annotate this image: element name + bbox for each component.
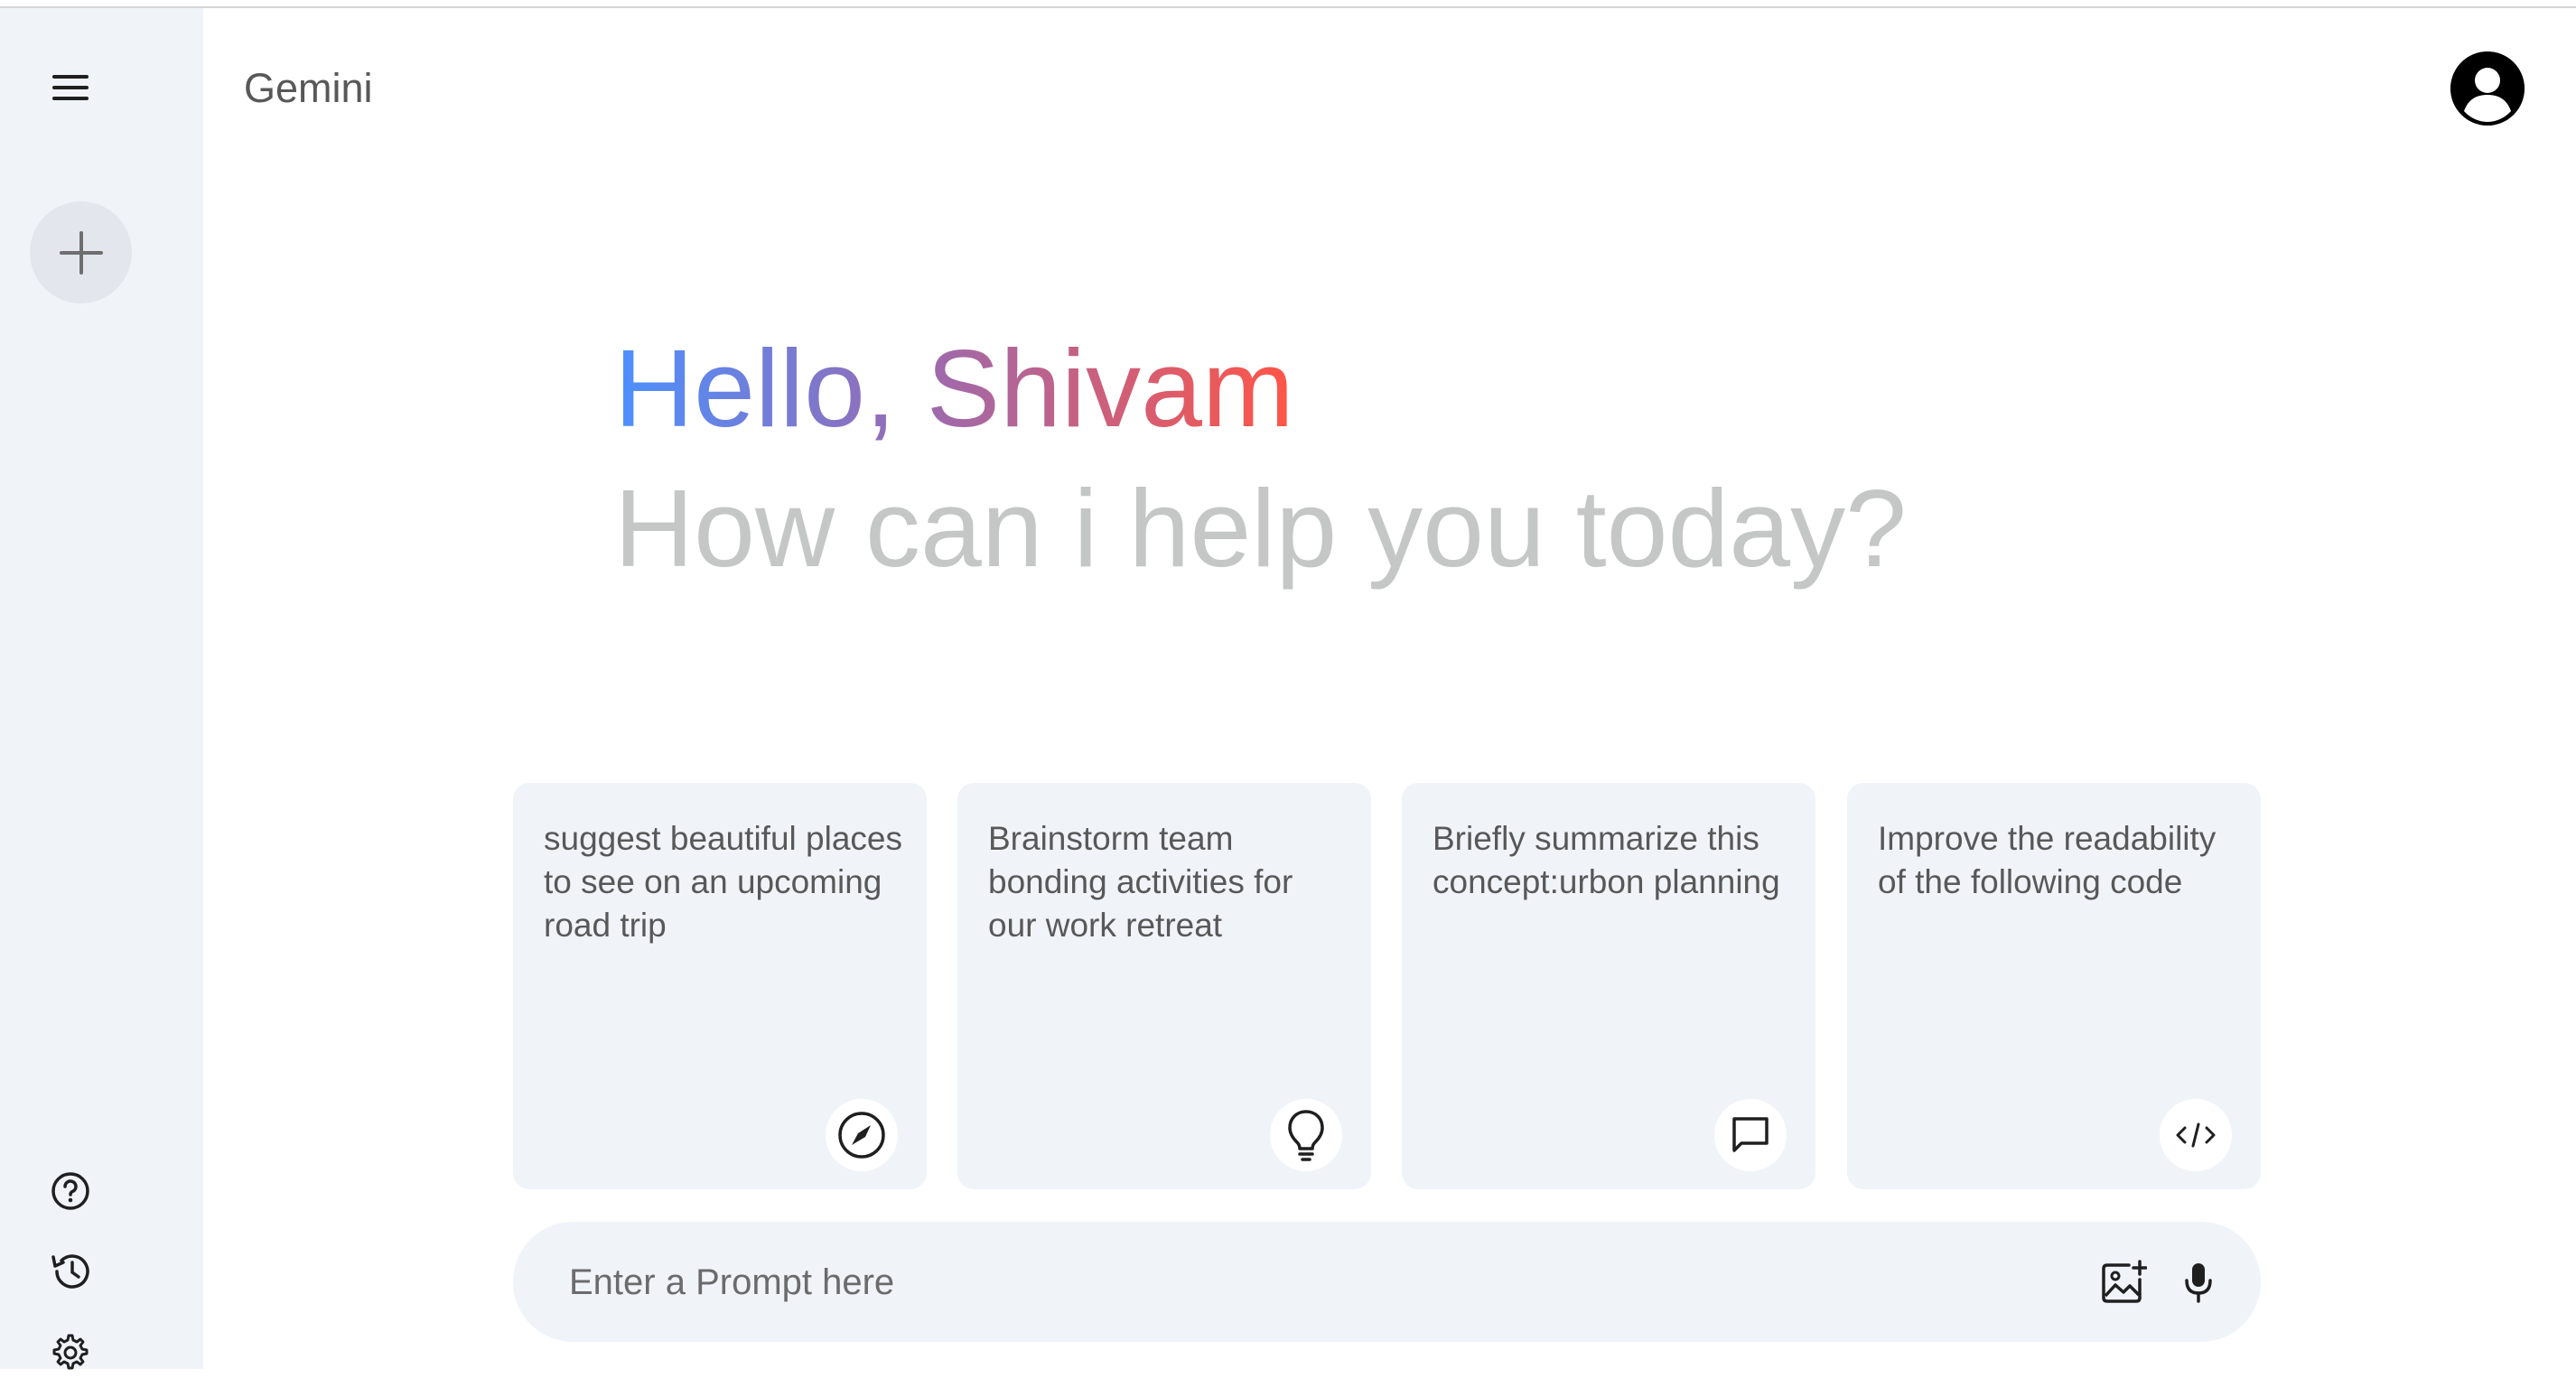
settings-button[interactable] (45, 1327, 96, 1378)
greeting-subtitle: How can i help you today? (614, 467, 1907, 590)
help-button[interactable] (45, 1166, 96, 1216)
greeting-hello: Hello, Shivam (614, 327, 1294, 450)
avatar[interactable] (2450, 51, 2525, 126)
card-icon-wrapper (2160, 1099, 2232, 1171)
card-text: Brainstorm team bonding activities for o… (988, 820, 1293, 944)
app-title: Gemini (244, 65, 373, 111)
bulb-icon (1288, 1110, 1324, 1161)
card-icon-wrapper (1270, 1099, 1342, 1171)
help-icon (51, 1172, 89, 1210)
user-icon (2450, 51, 2525, 126)
upload-image-button[interactable] (2094, 1252, 2153, 1312)
suggestion-card[interactable]: suggest beautiful places to see on an up… (513, 783, 927, 1189)
menu-icon (52, 75, 89, 100)
card-text: suggest beautiful places to see on an up… (544, 820, 902, 944)
card-icon-wrapper (1714, 1099, 1787, 1171)
history-icon (51, 1254, 89, 1289)
mic-icon (2185, 1263, 2212, 1303)
gear-icon (52, 1334, 89, 1370)
greeting: Hello, Shivam How can i help you today? (614, 325, 1907, 596)
new-chat-button[interactable] (30, 201, 132, 303)
history-button[interactable] (45, 1246, 96, 1297)
card-text: Improve the readability of the following… (1878, 820, 2217, 900)
gallery-icon (2102, 1260, 2147, 1303)
suggestion-card[interactable]: Briefly summarize this concept:urbon pla… (1402, 783, 1815, 1189)
mic-button[interactable] (2169, 1252, 2228, 1312)
suggestion-card[interactable]: Brainstorm team bonding activities for o… (957, 783, 1371, 1189)
card-text: Briefly summarize this concept:urbon pla… (1433, 820, 1780, 900)
sidebar (0, 8, 203, 1370)
prompt-input[interactable] (567, 1247, 2012, 1317)
suggestion-card[interactable]: Improve the readability of the following… (1847, 783, 2261, 1189)
card-icon-wrapper (826, 1099, 898, 1171)
message-icon (1732, 1117, 1769, 1152)
compass-icon (838, 1112, 885, 1159)
plus-icon (59, 230, 103, 275)
top-border (0, 0, 2576, 8)
suggestion-cards: suggest beautiful places to see on an up… (513, 783, 2261, 1189)
menu-button[interactable] (36, 61, 105, 115)
code-icon (2176, 1122, 2216, 1148)
prompt-bar (513, 1222, 2261, 1342)
